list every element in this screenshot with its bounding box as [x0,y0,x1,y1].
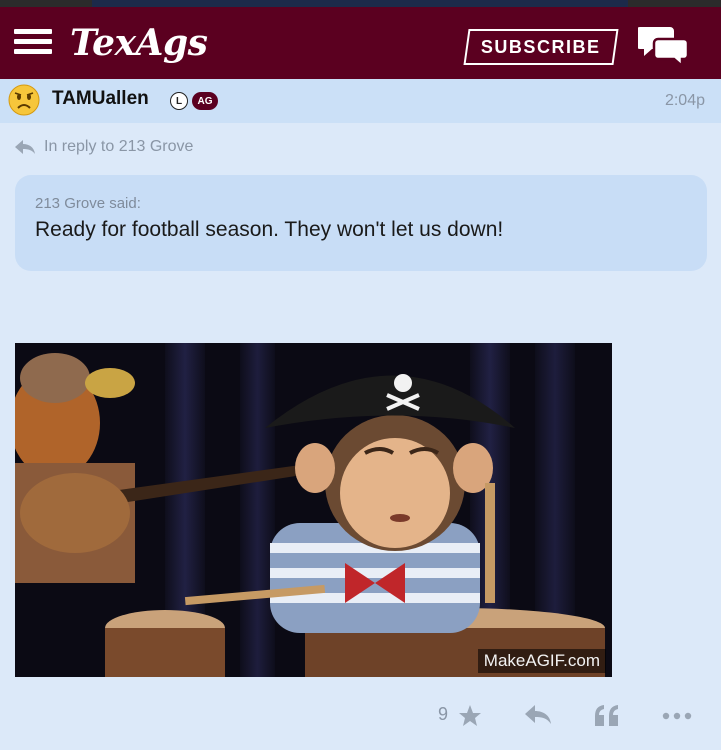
hamburger-menu-icon[interactable] [14,27,52,57]
quote-text: Ready for football season. They won't le… [35,218,504,241]
author-username[interactable]: TAMUallen [52,88,149,110]
lifetime-badge: L [170,92,188,110]
ag-badge: AG [192,92,218,110]
site-header: TexAgs SUBSCRIBE [0,7,721,79]
subscribe-button[interactable]: SUBSCRIBE [463,29,619,65]
gif-watermark: MakeAGIF.com [477,649,606,673]
post-gif[interactable]: MakeAGIF.com [15,343,612,677]
post-timestamp: 2:04p [664,92,705,109]
post-author-bar: TAMUallen L AG 2:04p [0,79,721,123]
star-icon[interactable] [458,704,482,728]
quote-icon[interactable] [594,704,620,726]
reply-reference[interactable]: In reply to 213 Grove [14,136,193,158]
more-dots-icon[interactable] [662,712,692,720]
reply-arrow-icon [15,140,35,154]
chat-bubbles-icon[interactable] [638,23,690,67]
star-count: 9 [438,704,449,724]
reply-text: In reply to 213 Grove [44,138,194,155]
top-strip [0,0,721,7]
top-strip-accent [92,0,628,7]
reply-icon[interactable] [524,704,552,726]
worried-face-icon[interactable] [8,84,40,116]
quote-author: 213 Grove said: [35,195,141,212]
site-logo[interactable]: TexAgs [70,19,208,67]
quoted-post: 213 Grove said: Ready for football seaso… [15,175,707,271]
pirate-monkey-drummer-image [15,343,612,677]
post-actions: 9 [0,700,721,732]
subscribe-label: SUBSCRIBE [481,36,601,57]
